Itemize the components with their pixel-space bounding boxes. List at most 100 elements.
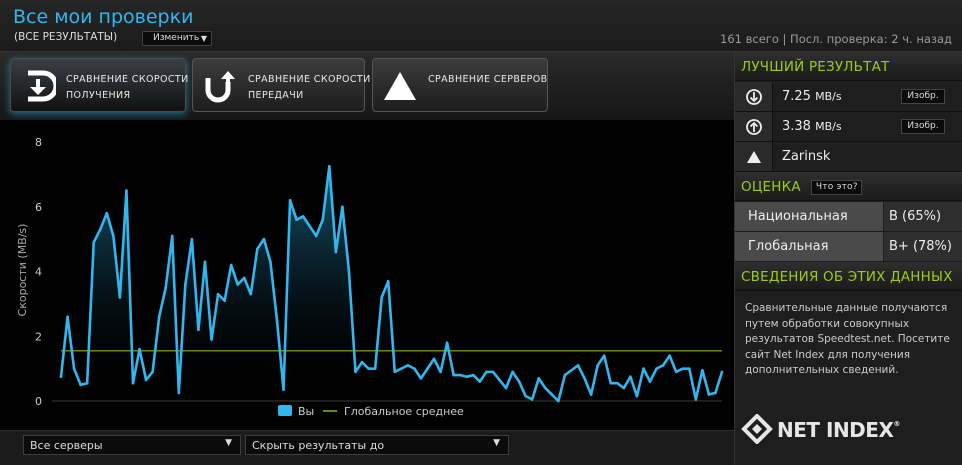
data-point: [472, 373, 475, 377]
data-point: [648, 380, 652, 383]
tab-upload-comparison[interactable]: Сравнение скорости передачи: [192, 58, 370, 112]
data-point: [596, 364, 599, 367]
download-icon-cell: [735, 82, 773, 111]
data-point: [184, 283, 187, 286]
legend-you-label: Вы: [298, 405, 314, 418]
data-point: [373, 367, 377, 370]
data-point: [170, 234, 174, 238]
data-point: [419, 377, 423, 380]
data-point: [242, 276, 246, 280]
hide-results-select[interactable]: Скрыть результаты до ▼: [245, 435, 509, 455]
data-point: [223, 299, 226, 302]
data-point: [354, 370, 357, 374]
global-grade-value: B+ (78%): [884, 232, 962, 261]
data-point: [125, 189, 128, 192]
data-point: [485, 370, 488, 374]
chevron-down-icon: ▼: [493, 438, 500, 448]
data-point: [413, 367, 416, 370]
download-icon: [746, 89, 762, 105]
tab-server-comparison[interactable]: Сравнение серверов: [372, 58, 548, 112]
best-upload-row: 3.38 MB/s Изобр.: [735, 112, 962, 142]
data-point: [269, 260, 272, 264]
speed-chart-area: 0 2 4 6 8 Скорости (MB/s) Вы Глобальное сред…: [0, 120, 734, 430]
data-point: [295, 218, 298, 221]
triangle-icon: [747, 151, 761, 163]
best-server-row: Zarinsk: [735, 142, 962, 172]
tab-download-comparison[interactable]: Сравнение скорости получения: [10, 58, 188, 112]
download-unit: MB/s: [815, 90, 842, 103]
data-point: [458, 373, 462, 377]
data-point: [511, 370, 514, 374]
net-index-logo-icon: [741, 413, 773, 445]
data-point: [112, 234, 115, 238]
data-point: [85, 381, 89, 385]
data-point: [144, 378, 148, 382]
data-point: [432, 357, 436, 361]
data-point: [210, 338, 213, 341]
data-point: [557, 399, 560, 403]
data-point: [367, 367, 370, 370]
data-point: [478, 380, 482, 383]
data-point: [655, 367, 658, 370]
data-point: [465, 375, 469, 379]
change-button-label: Изменить: [153, 33, 200, 43]
chevron-down-icon: ▼: [225, 438, 232, 448]
what-is-this-button[interactable]: Что это?: [811, 180, 863, 195]
national-grade-row: Национальная B (65%): [735, 202, 962, 232]
data-point: [138, 347, 141, 351]
data-point: [445, 341, 449, 345]
upload-icon-cell: [735, 112, 773, 141]
change-button[interactable]: Изменить ▼: [142, 31, 212, 46]
upload-number: 3.38: [782, 119, 811, 134]
download-number: 7.25: [782, 89, 811, 104]
server-filter-select[interactable]: Все серверы ▼: [23, 435, 241, 455]
data-point: [714, 391, 717, 395]
server-icon-cell: [735, 142, 773, 171]
data-point: [400, 367, 403, 370]
data-point: [118, 296, 122, 299]
data-point: [694, 398, 698, 401]
data-point: [661, 364, 665, 367]
data-point: [517, 380, 521, 383]
download-image-button[interactable]: Изобр.: [901, 89, 945, 104]
data-point: [439, 370, 442, 374]
data-point: [615, 381, 619, 385]
upload-image-button[interactable]: Изобр.: [901, 119, 945, 134]
chevron-down-icon: ▼: [200, 34, 207, 43]
data-point: [92, 241, 96, 244]
data-point: [720, 370, 724, 374]
data-point: [105, 211, 109, 215]
download-arrow-icon: [28, 70, 56, 102]
global-grade-label: Глобальная: [735, 232, 883, 261]
your-speed-area-fill: [61, 166, 722, 401]
data-point: [576, 364, 580, 367]
main-panel: Сравнение скорости получения Сравнение с…: [0, 52, 734, 465]
data-point: [151, 370, 154, 374]
data-point: [282, 388, 285, 391]
page-header: Все мои проверки (ВСЕ РЕЗУЛЬТАТЫ) Измени…: [0, 0, 962, 52]
y-tick-label: 0: [35, 395, 42, 408]
logo-wordmark: NET INDEX: [777, 418, 894, 442]
legend-you-swatch: [278, 405, 292, 416]
data-point: [498, 378, 501, 382]
y-axis-label: Скорости (MB/s): [16, 224, 29, 317]
upload-icon: [746, 119, 762, 135]
data-point: [491, 370, 495, 374]
best-result-heading: ЛУЧШИЙ РЕЗУЛЬТАТ: [735, 52, 962, 81]
data-point: [249, 292, 253, 296]
data-point: [681, 367, 685, 370]
data-point: [707, 393, 711, 396]
data-point: [452, 373, 455, 377]
data-point: [550, 393, 554, 396]
net-index-logo[interactable]: NET INDEX®: [741, 413, 901, 445]
data-point: [301, 215, 305, 218]
data-point: [406, 364, 410, 367]
data-point: [386, 279, 390, 283]
chart-filters: Все серверы ▼ Скрыть результаты до ▼: [0, 430, 734, 465]
data-point: [563, 373, 567, 377]
data-point: [216, 292, 220, 296]
data-point: [380, 296, 383, 299]
upload-arrow-icon: [205, 71, 235, 103]
data-point: [602, 354, 606, 357]
y-tick-label: 4: [35, 266, 42, 279]
